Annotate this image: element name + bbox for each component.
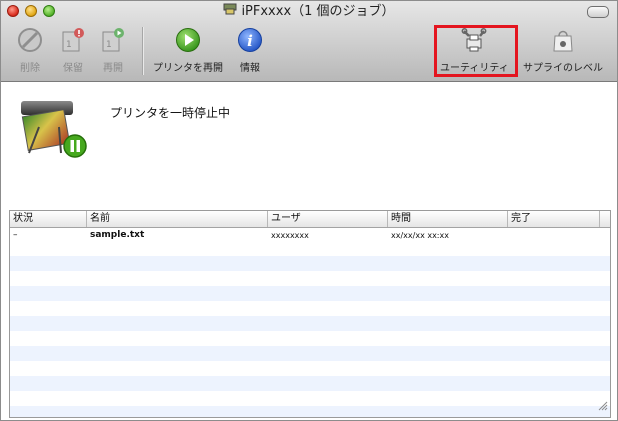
resume-printer-button[interactable]: プリンタを再開 [153,27,223,74]
print-queue-window: iPFxxxx（1 個のジョブ） 削除 1 保留 1 再開 プリンタを再開 i … [0,0,618,421]
info-button[interactable]: i 情報 [237,27,263,74]
svg-text:i: i [247,32,253,50]
toolbar-separator [142,27,144,75]
document-pause-icon: 1 [60,27,86,53]
info-icon: i [237,27,263,53]
info-label: 情報 [240,63,260,74]
delete-label: 削除 [20,63,40,74]
resume-printer-label: プリンタを再開 [153,63,223,74]
play-circle-icon [175,27,201,53]
jobs-table-header: 状況 名前 ユーザ 時間 完了 [10,211,610,228]
column-header-name[interactable]: 名前 [87,211,268,227]
printer-title-icon [223,3,237,20]
large-format-printer-icon [19,97,95,165]
document-play-icon: 1 [100,27,126,53]
column-header-status[interactable]: 状況 [10,211,87,227]
job-status-cell: – [13,230,18,240]
no-entry-icon [17,27,43,53]
printer-status-message: プリンタを一時停止中 [110,106,231,120]
hold-label: 保留 [63,63,83,74]
column-header-done[interactable]: 完了 [508,211,600,227]
svg-text:1: 1 [66,40,72,50]
supply-levels-button[interactable]: サプライのレベル [523,27,603,74]
supply-levels-label: サプライのレベル [523,63,603,74]
shopping-bag-icon [550,27,576,53]
toolbar: iPFxxxx（1 個のジョブ） 削除 1 保留 1 再開 プリンタを再開 i … [1,1,617,82]
svg-text:1: 1 [106,40,112,50]
job-done-cell [508,228,603,243]
job-time-cell: xx/xx/xx xx:xx [391,231,449,240]
resume-button[interactable]: 1 再開 [100,27,126,74]
table-row[interactable]: – sample.txt xxxxxxxx xx/xx/xx xx:xx [10,228,610,243]
delete-button[interactable]: 削除 [17,27,43,74]
column-header-time[interactable]: 時間 [388,211,508,227]
resume-label: 再開 [103,63,123,74]
jobs-table[interactable]: 状況 名前 ユーザ 時間 完了 – sample.txt xxxxxxxx xx… [9,210,611,418]
column-header-user[interactable]: ユーザ [268,211,388,227]
job-user-cell: xxxxxxxx [271,231,309,240]
resize-grip-icon[interactable] [598,396,608,415]
window-title-bar: iPFxxxx（1 個のジョブ） [1,3,617,20]
hold-button[interactable]: 1 保留 [60,27,86,74]
job-name-cell: sample.txt [90,230,145,240]
window-title: iPFxxxx（1 個のジョブ） [241,4,395,19]
utility-highlight-box [434,25,518,77]
